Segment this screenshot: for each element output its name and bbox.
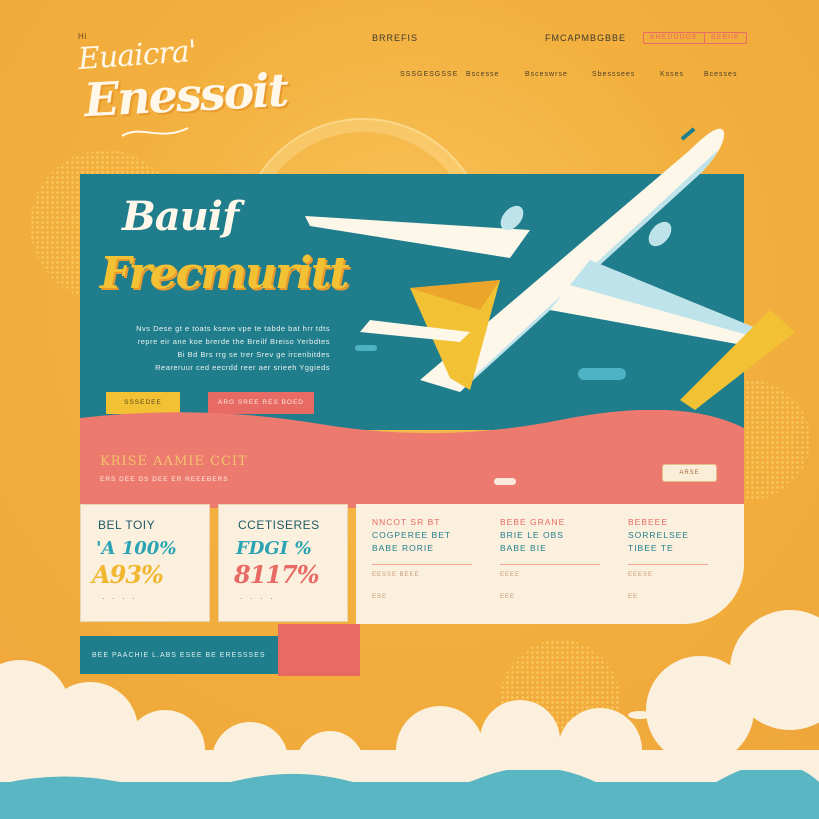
nav-item-4[interactable]: Sbesssees [592,71,635,78]
stat-card-percent: A93% [92,560,164,589]
band-title: KRISE AAMIE CCIT [100,454,248,469]
hero-body-text: Nvs Dese gt e toats kseve vpe te tabde b… [136,324,330,372]
band-subtitle: ERS DEE DS DEE ER REEEBERS [100,476,229,483]
nav-link-right[interactable]: FMCAPMBGBBE [545,33,626,43]
brand-logo[interactable]: Enessoit [83,63,289,128]
nav-pill-button-2[interactable]: BEBIIE [704,32,747,44]
stat-card-label: CCETISERES [238,518,320,532]
stat-card-label: BEL TOIY [98,518,156,532]
nav-pill-button-1[interactable]: BHEDDDOE [643,32,705,44]
info-divider [500,564,600,565]
nav-link-center[interactable]: BRREFIS [372,33,418,43]
info-divider [372,564,472,565]
sky-wave-icon [0,770,819,800]
nav-item-6[interactable]: Bcesses [704,71,737,78]
nav-item-3[interactable]: Bsceswrse [525,71,568,78]
info-column-title[interactable]: BEBEEE SORRELSEE TIBEE TE [628,516,689,555]
hero-title: Bauif [122,193,239,240]
info-meta: EEEE [500,572,521,578]
brand-swash-icon [121,127,189,137]
info-meta: EESSE BEEE [372,572,420,578]
airplane-icon [305,127,795,410]
band-button[interactable]: ARSE [662,464,717,482]
nav-item-1[interactable]: SSSGESGSSE [400,71,458,78]
info-divider [628,564,708,565]
info-column-title[interactable]: NNCOT SR BT COGPEREE BET BABE RORIE [372,516,451,555]
stat-card-value: FDGI % [236,538,312,559]
stat-card-value: 'A 100% [96,538,177,559]
nav-item-2[interactable]: Bscesse [466,71,499,78]
band-cloud-icon [494,478,516,485]
nav-item-5[interactable]: Ksses [660,71,684,78]
brand-mark: Hi [78,32,88,41]
info-column-title[interactable]: BEBE GRANE BRIE LE OBS BABE BIE [500,516,565,555]
stat-card-percent: 8117% [234,560,320,589]
info-meta: EEESE [628,572,654,578]
